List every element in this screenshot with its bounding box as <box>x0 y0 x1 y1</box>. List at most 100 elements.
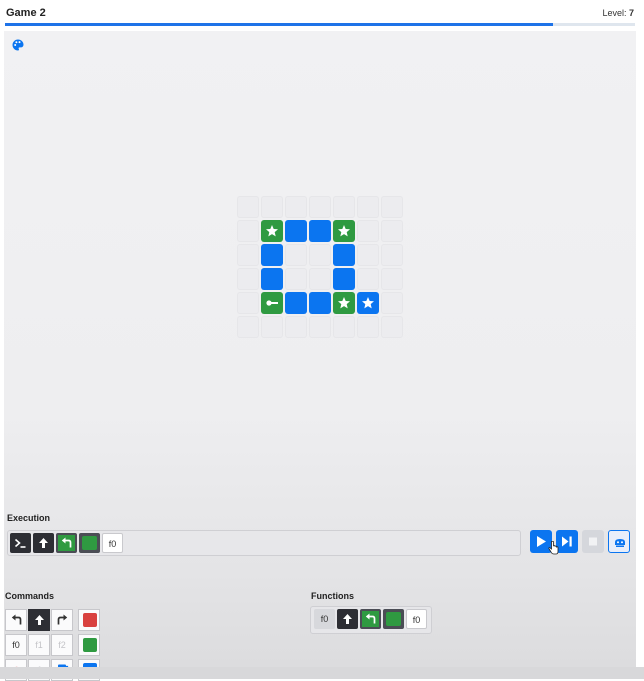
function-slot-f0-call[interactable]: f0 <box>406 609 427 629</box>
board-cell-empty <box>309 196 331 218</box>
command-paint-red[interactable] <box>78 609 100 631</box>
function-slot-forward[interactable] <box>337 609 358 629</box>
board-cell-empty <box>381 220 403 242</box>
robot-icon <box>615 539 625 547</box>
board-cell-empty <box>285 196 307 218</box>
hand-cursor-icon <box>548 541 559 555</box>
board-cell-empty <box>333 196 355 218</box>
command-forward[interactable] <box>28 609 50 631</box>
board-cell-empty <box>285 268 307 290</box>
board-cell-empty <box>357 220 379 242</box>
board-cell-green <box>261 292 283 314</box>
command-turn-left[interactable] <box>5 609 27 631</box>
robot-button[interactable] <box>608 530 630 553</box>
functions-label: Functions <box>311 591 354 601</box>
palette-icon[interactable] <box>12 39 24 51</box>
terminal-icon <box>14 538 26 548</box>
paint-red-icon <box>83 613 97 627</box>
forward-arrow-icon <box>343 614 352 624</box>
board-cell-empty <box>237 220 259 242</box>
function-slot-turn-left[interactable] <box>360 609 381 629</box>
board-cell-empty <box>237 244 259 266</box>
board-cell-empty <box>309 268 331 290</box>
step-forward-icon <box>562 536 572 547</box>
command-f0[interactable]: f0 <box>5 634 27 656</box>
board-cell-empty <box>285 244 307 266</box>
execution-slot-paint[interactable] <box>79 533 100 553</box>
board-cell-empty <box>309 244 331 266</box>
robot-arrow-icon <box>266 300 278 306</box>
level-progress-bar <box>5 23 635 26</box>
forward-arrow-icon <box>35 615 44 625</box>
command-turn-right[interactable] <box>51 609 73 631</box>
execution-slot-turn-left[interactable] <box>56 533 77 553</box>
bottom-strip <box>0 667 644 679</box>
board-cell-empty <box>381 292 403 314</box>
board-cell-blue <box>333 244 355 266</box>
functions-bar: f0 f0 <box>310 606 432 634</box>
execution-label: Execution <box>7 513 51 523</box>
command-paint-green[interactable] <box>78 634 100 656</box>
terminal-slot[interactable] <box>10 533 31 553</box>
board-cell-empty <box>381 268 403 290</box>
execution-bar: f0 <box>7 530 521 556</box>
board-cell-green <box>261 220 283 242</box>
board-cell-empty <box>237 316 259 338</box>
board-cell-empty <box>381 244 403 266</box>
turn-right-icon <box>57 614 68 625</box>
board-cell-empty <box>261 316 283 338</box>
board-cell-empty <box>357 196 379 218</box>
execution-slot-forward[interactable] <box>33 533 54 553</box>
command-f2[interactable]: f2 <box>51 634 73 656</box>
board-cell-empty <box>333 316 355 338</box>
game-stage <box>4 31 636 667</box>
step-button[interactable] <box>556 530 578 553</box>
paint-green-icon <box>82 536 97 550</box>
board-cell-blue <box>309 220 331 242</box>
stop-icon <box>589 537 597 546</box>
board-cell-empty <box>381 316 403 338</box>
board-cell-empty <box>285 316 307 338</box>
board-cell-blue <box>309 292 331 314</box>
level-progress-fill <box>5 23 554 26</box>
level-indicator: Level: 7 <box>602 8 634 18</box>
turn-left-icon <box>61 537 72 548</box>
board-cell-blue <box>357 292 379 314</box>
board-cell-empty <box>309 316 331 338</box>
function-slot-paint[interactable] <box>383 609 404 629</box>
paint-green-icon <box>83 638 97 652</box>
stop-button[interactable] <box>582 530 604 553</box>
function-slot-f0-label[interactable]: f0 <box>314 609 335 629</box>
board-cell-empty <box>261 196 283 218</box>
forward-arrow-icon <box>39 538 48 548</box>
board-cell-empty <box>357 316 379 338</box>
board-cell-empty <box>381 196 403 218</box>
turn-left-icon <box>11 614 22 625</box>
board-cell-empty <box>237 196 259 218</box>
board-cell-empty <box>357 244 379 266</box>
board-cell-green <box>333 220 355 242</box>
turn-left-icon <box>365 613 376 624</box>
paint-green-icon <box>386 612 401 626</box>
board-cell-empty <box>237 292 259 314</box>
star-icon <box>266 225 278 237</box>
game-board <box>237 196 405 348</box>
commands-label: Commands <box>5 591 55 601</box>
execution-slot-f0[interactable]: f0 <box>102 533 123 553</box>
game-title: Game 2 <box>6 7 46 19</box>
top-bar: Game 2 Level: 7 <box>0 0 644 26</box>
command-f1[interactable]: f1 <box>28 634 50 656</box>
star-icon <box>338 225 350 237</box>
star-icon <box>338 297 350 309</box>
level-label: Level: <box>602 8 627 18</box>
star-icon <box>362 297 374 309</box>
board-cell-blue <box>285 220 307 242</box>
level-value: 7 <box>628 8 634 18</box>
board-cell-blue <box>261 268 283 290</box>
play-icon <box>537 536 546 547</box>
board-cell-empty <box>357 268 379 290</box>
board-cell-blue <box>333 268 355 290</box>
board-cell-blue <box>261 244 283 266</box>
board-cell-blue <box>285 292 307 314</box>
board-cell-empty <box>237 268 259 290</box>
